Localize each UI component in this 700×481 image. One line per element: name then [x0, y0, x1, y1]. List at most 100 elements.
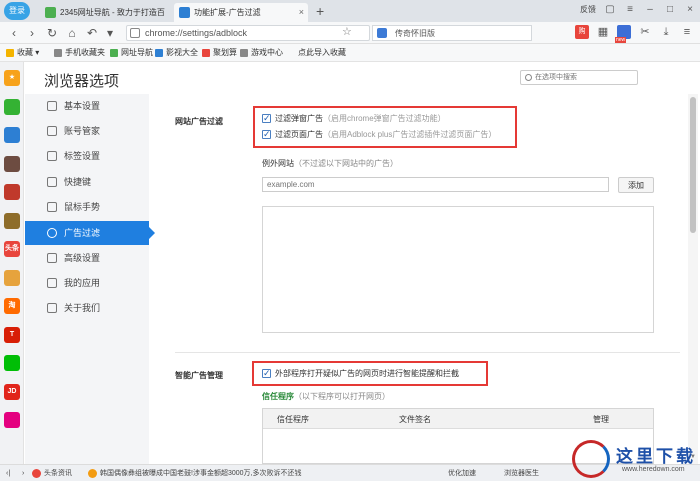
new-feature-icon[interactable]: new: [615, 25, 631, 43]
collapse-icon[interactable]: ‹|: [6, 468, 10, 479]
skin-icon[interactable]: ▢: [604, 4, 616, 15]
back-icon[interactable]: ‹: [6, 25, 22, 41]
reload-icon[interactable]: ↻: [44, 25, 60, 41]
tab-close-icon[interactable]: ×: [299, 3, 304, 22]
bookmarks-bar: 收藏 ▾ 手机收藏夹 网址导航 影视大全 聚划算 游戏中心 点此导入收藏: [0, 44, 700, 62]
game-icon: [240, 49, 248, 57]
settings-favicon-icon: [179, 7, 190, 18]
taobao-app-icon[interactable]: 淘: [4, 298, 20, 314]
juhuasuan-icon: [202, 49, 210, 57]
window-controls: 反馈 ▢ ≡ – □ ×: [580, 4, 696, 15]
exception-site-list[interactable]: [262, 206, 654, 333]
toolbar-icons: 购 ▦ new ✂ ⤓ ≡: [575, 25, 694, 43]
url-input[interactable]: chrome://settings/adblock: [126, 25, 370, 41]
advanced-gear-icon: [47, 253, 57, 263]
2345-favicon-icon: [45, 7, 56, 18]
scissors-icon[interactable]: ✂: [638, 25, 652, 39]
settings-search-input[interactable]: [535, 72, 635, 83]
watermark-text: 这里下载: [616, 447, 696, 467]
nav-icon: [110, 49, 118, 57]
download-icon[interactable]: ⤓: [659, 25, 673, 39]
iqiyi-app-icon[interactable]: [4, 355, 20, 371]
sidebar-item-account[interactable]: 账号管家: [25, 119, 149, 143]
search-engine-icon[interactable]: [377, 28, 387, 38]
sidebar-item-advanced[interactable]: 高级设置: [25, 246, 149, 270]
apps-grid-icon[interactable]: ▦: [596, 25, 610, 39]
game3-app-icon[interactable]: [4, 212, 20, 229]
page-filter-checkbox[interactable]: [262, 128, 271, 141]
smart-block-option[interactable]: 外部程序打开疑似广告的网页时进行智能提醒和拦截: [262, 367, 459, 380]
tab-adblock[interactable]: 功能扩展-广告过滤 ×: [174, 3, 308, 22]
vip-app-icon[interactable]: [4, 412, 20, 428]
mouse-icon: [47, 202, 57, 212]
settings-sidebar: 基本设置 账号管家 标签设置 快捷键 鼠标手势 广告过滤 高级设置 我的应用 关…: [25, 94, 155, 464]
add-exception-button[interactable]: 添加: [618, 177, 654, 193]
main-menu-icon[interactable]: ≡: [680, 25, 694, 39]
page-filter-option[interactable]: 过滤页面广告（启用Adblock plus广告过滤插件过滤页面广告）: [262, 128, 496, 141]
bookmark-games[interactable]: 游戏中心: [240, 47, 283, 59]
favorite-app-icon[interactable]: ★: [4, 70, 20, 86]
home-icon[interactable]: ⌂: [64, 25, 80, 41]
jd-app-icon[interactable]: JD: [4, 383, 20, 400]
search-suggestion: 传奇怀旧版: [395, 29, 435, 38]
new-tab-button[interactable]: +: [316, 3, 324, 19]
news-link[interactable]: 头条资讯: [44, 468, 72, 479]
undo-icon[interactable]: ↶: [84, 25, 100, 41]
page-info-icon[interactable]: [130, 28, 140, 38]
undo-dropdown-icon[interactable]: ▾: [102, 25, 118, 41]
exception-site-input[interactable]: [262, 177, 609, 192]
settings-search[interactable]: [520, 70, 638, 85]
headline-link[interactable]: 韩国偶像彝组被曝成中国老鼓!涉事金额超3000万,多次败诉不还钱: [100, 468, 301, 479]
tab-2345[interactable]: 2345网址导航 - 致力于打造百: [40, 3, 172, 22]
game1-app-icon[interactable]: [4, 155, 20, 172]
url-text: chrome://settings/adblock: [145, 28, 248, 38]
sidebar-item-shortcuts[interactable]: 快捷键: [25, 170, 149, 194]
menu-icon[interactable]: ≡: [624, 4, 636, 15]
hot-news-icon: [88, 469, 97, 478]
search-box[interactable]: 传奇怀旧版: [372, 25, 532, 41]
sidebar-item-gestures[interactable]: 鼠标手势: [25, 195, 149, 219]
login-button[interactable]: 登录: [4, 2, 30, 20]
bookmark-star-icon[interactable]: ☆: [342, 25, 352, 38]
weibo-app-icon[interactable]: [4, 269, 20, 286]
app-sidebar: ★ 头条淘 T JD: [0, 62, 24, 464]
toutiao-app-icon[interactable]: 头条: [4, 241, 20, 257]
keyboard-icon: [47, 177, 57, 187]
forward-icon[interactable]: ›: [24, 25, 40, 41]
sidebar-item-about[interactable]: 关于我们: [25, 296, 149, 320]
bookmark-video[interactable]: 影视大全: [155, 47, 198, 59]
table-header: 信任程序 文件签名 管理: [263, 409, 653, 429]
block-icon: [47, 228, 57, 238]
sidebar-item-apps[interactable]: 我的应用: [25, 271, 149, 295]
expand-icon[interactable]: ›: [22, 468, 24, 479]
minimize-icon[interactable]: –: [644, 4, 656, 15]
tmall-app-icon[interactable]: T: [4, 326, 20, 343]
sidebar-item-basic[interactable]: 基本设置: [25, 94, 149, 118]
scrollbar-thumb[interactable]: [690, 97, 696, 233]
game2-app-icon[interactable]: [4, 184, 20, 200]
bookmark-nav[interactable]: 网址导航: [110, 47, 153, 59]
bookmark-favorites[interactable]: 收藏 ▾: [6, 47, 39, 59]
wechat-app-icon[interactable]: [4, 98, 20, 115]
phone-icon: [54, 49, 62, 57]
tab-title: 功能扩展-广告过滤: [194, 8, 261, 17]
feedback-link[interactable]: 反馈: [580, 4, 596, 15]
smart-block-checkbox[interactable]: [262, 367, 271, 380]
doc-app-icon[interactable]: [4, 127, 20, 143]
browser-doctor-button[interactable]: 浏览器医生: [504, 468, 539, 479]
exception-sites-title: 例外网站（不过滤以下网站中的广告）: [262, 159, 398, 168]
maximize-icon[interactable]: □: [664, 4, 676, 15]
sidebar-item-tabs[interactable]: 标签设置: [25, 144, 149, 168]
sidebar-item-adblock[interactable]: 广告过滤: [25, 221, 155, 245]
bookmark-mobile[interactable]: 手机收藏夹: [54, 47, 105, 59]
close-window-icon[interactable]: ×: [684, 4, 696, 15]
news-icon: [32, 469, 41, 478]
section-divider: [175, 352, 680, 353]
popup-filter-checkbox[interactable]: [262, 112, 271, 125]
watermark-logo-icon: [572, 440, 610, 478]
optimize-button[interactable]: 优化加速: [448, 468, 476, 479]
bookmark-juhuasuan[interactable]: 聚划算: [202, 47, 237, 59]
shopping-icon[interactable]: 购: [575, 25, 589, 39]
bookmark-import[interactable]: 点此导入收藏: [287, 47, 346, 59]
popup-filter-option[interactable]: 过滤弹窗广告（启用chrome弹窗广告过滤功能）: [262, 112, 446, 125]
